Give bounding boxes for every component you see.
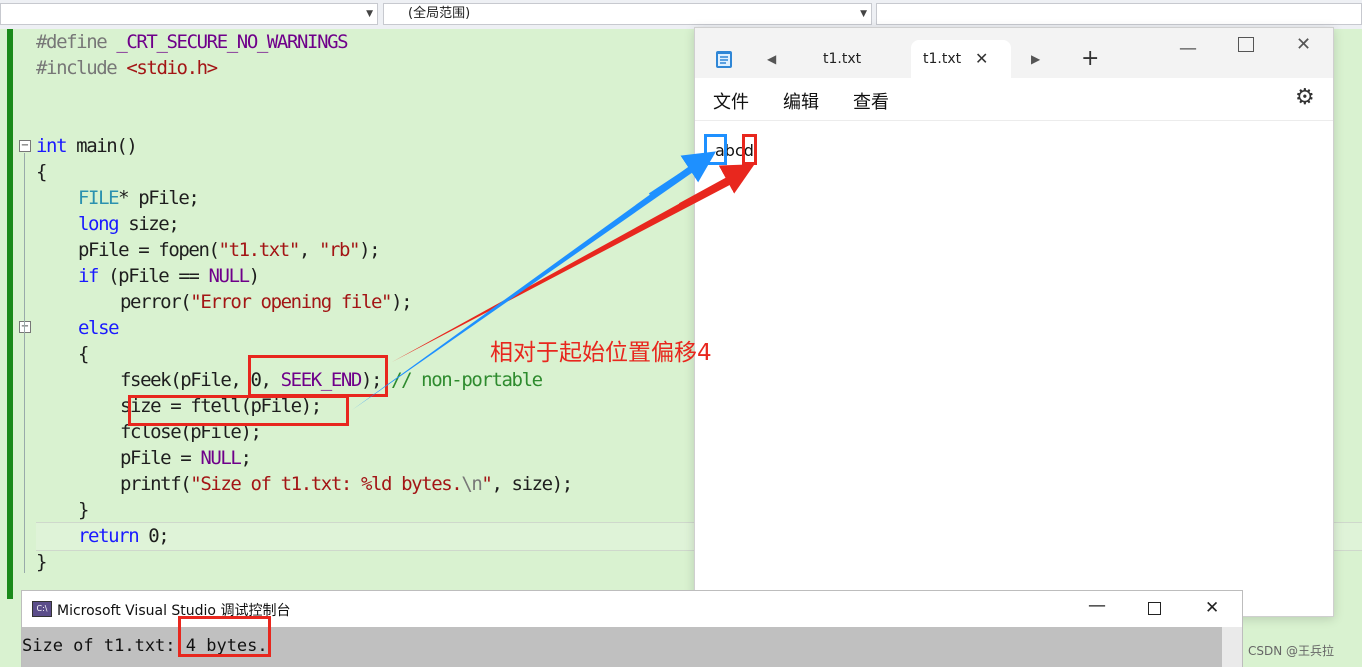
console-app-icon: C:\ — [32, 601, 52, 617]
minimize-icon[interactable]: — — [1088, 595, 1106, 616]
watermark-text: CSDN @王兵拉 — [1248, 644, 1335, 658]
annotation-offset-label: 相对于起始位置偏移4 — [490, 340, 712, 366]
highlight-console-result — [178, 616, 271, 657]
blue-arrow-head — [648, 151, 717, 197]
close-window-icon[interactable]: ✕ — [1205, 598, 1219, 618]
red-arrow-head — [679, 164, 755, 207]
console-scrollbar[interactable] — [1222, 627, 1242, 667]
maximize-icon[interactable] — [1148, 602, 1161, 615]
